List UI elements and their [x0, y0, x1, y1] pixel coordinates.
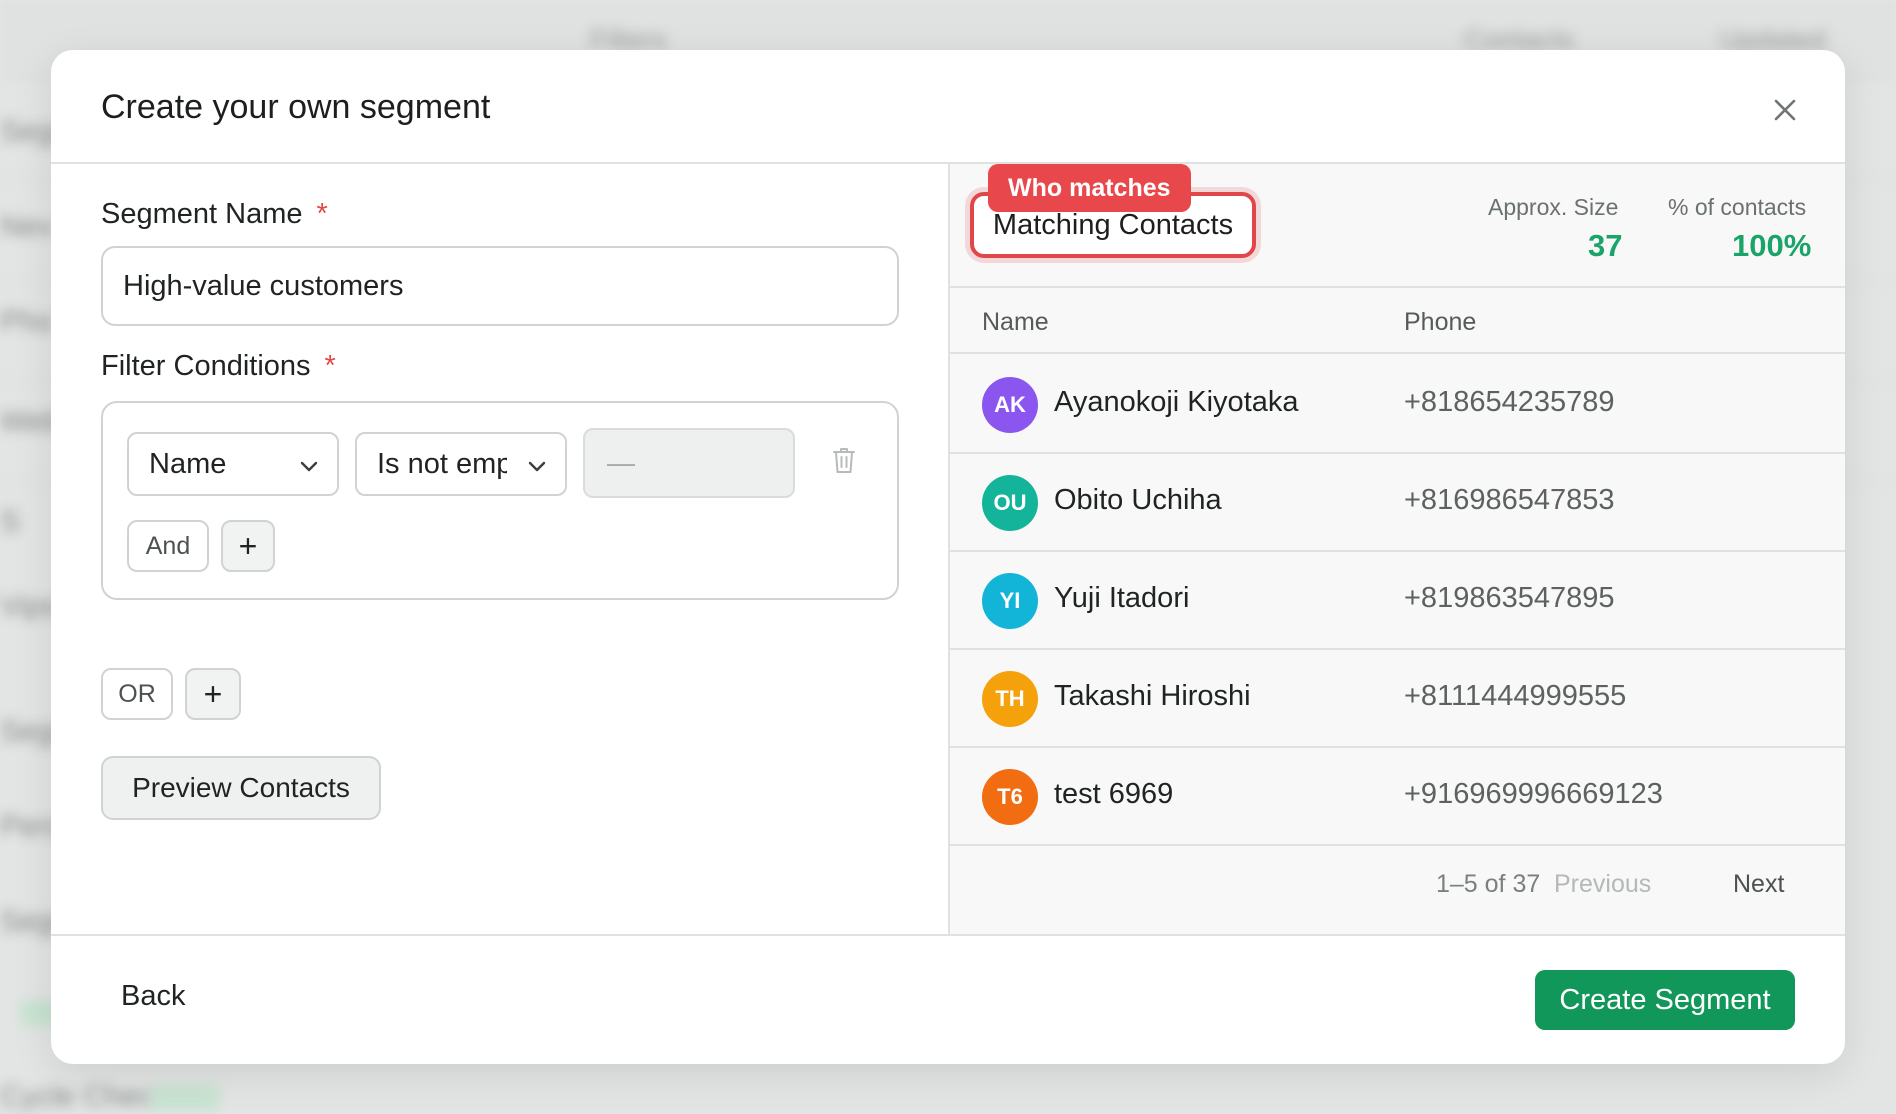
avatar: OU	[982, 475, 1038, 531]
chevron-down-icon	[300, 461, 318, 472]
matching-contacts-title-text: Matching Contacts	[992, 208, 1234, 241]
contact-row: OU Obito Uchiha +816986547853	[950, 454, 1845, 552]
modal-footer: Back Create Segment	[51, 934, 1845, 1064]
contact-name: Yuji Itadori	[1054, 582, 1190, 614]
segment-name-input[interactable]	[101, 246, 899, 326]
create-segment-button[interactable]: Create Segment	[1535, 970, 1795, 1030]
contact-name: Takashi Hiroshi	[1054, 680, 1251, 712]
avatar: TH	[982, 671, 1038, 727]
column-header-name: Name	[982, 308, 1049, 336]
add-or-group-button[interactable]: +	[185, 668, 241, 720]
filter-conditions-label-text: Filter Conditions	[101, 350, 311, 382]
field-select-value: Name	[149, 447, 227, 480]
or-button[interactable]: OR	[101, 668, 173, 720]
results-summary: Matching Contacts Who matches Approx. Si…	[950, 164, 1845, 288]
pagination-next-button[interactable]: Next	[1733, 870, 1784, 899]
segment-form: Segment Name * Filter Conditions * Name Is…	[51, 164, 948, 934]
background-status-pill	[150, 1085, 220, 1111]
contact-phone: +8111444999555	[1404, 680, 1627, 712]
condition-value-placeholder: —	[607, 447, 635, 478]
delete-condition-icon[interactable]	[831, 445, 857, 475]
matching-contacts-panel: Matching Contacts Who matches Approx. Si…	[948, 164, 1845, 934]
who-matches-tag: Who matches	[988, 164, 1191, 212]
contact-name: test 6969	[1054, 778, 1174, 810]
matching-contacts-title: Matching Contacts Who matches	[970, 164, 1256, 258]
contact-phone: +816986547853	[1404, 484, 1615, 516]
pagination-previous-button[interactable]: Previous	[1554, 870, 1651, 899]
column-header-phone: Phone	[1404, 308, 1477, 336]
approx-size-value: 37	[1588, 228, 1623, 263]
contact-row: AK Ayanokoji Kiyotaka +818654235789	[950, 356, 1845, 454]
create-segment-modal: Create your own segment Segment Name * Fi…	[51, 50, 1845, 1064]
condition-value-input: —	[583, 428, 795, 498]
chevron-down-icon	[528, 461, 546, 472]
close-button[interactable]	[1769, 94, 1801, 126]
operator-select-value: Is not empty	[377, 447, 507, 480]
and-button[interactable]: And	[127, 520, 209, 572]
segment-name-label: Segment Name *	[101, 198, 328, 231]
contact-phone: +916969996669123	[1404, 778, 1663, 810]
contacts-table-header: Name Phone	[950, 288, 1845, 354]
contact-row: TH Takashi Hiroshi +8111444999555	[950, 650, 1845, 748]
contact-row: T6 test 6969 +916969996669123	[950, 748, 1845, 846]
preview-contacts-button[interactable]: Preview Contacts	[101, 756, 381, 820]
close-icon	[1774, 99, 1796, 121]
contact-row: YI Yuji Itadori +819863547895	[950, 552, 1845, 650]
modal-title: Create your own segment	[101, 88, 491, 126]
contact-name: Obito Uchiha	[1054, 484, 1222, 516]
required-marker: *	[316, 198, 328, 230]
percent-of-contacts-label: % of contacts	[1668, 194, 1807, 220]
modal-header: Create your own segment	[51, 50, 1845, 164]
condition-group: Name Is not empty — And +	[101, 401, 899, 600]
avatar: T6	[982, 769, 1038, 825]
percent-of-contacts-value: 100%	[1732, 228, 1812, 263]
pagination-range: 1–5 of 37	[1436, 870, 1541, 898]
avatar: YI	[982, 573, 1038, 629]
contact-name: Ayanokoji Kiyotaka	[1054, 386, 1299, 418]
contact-phone: +818654235789	[1404, 386, 1615, 418]
operator-select[interactable]: Is not empty	[355, 432, 567, 496]
contact-phone: +819863547895	[1404, 582, 1615, 614]
back-button[interactable]: Back	[121, 980, 185, 1013]
approx-size-label: Approx. Size	[1488, 194, 1619, 220]
segment-name-label-text: Segment Name	[101, 198, 303, 230]
avatar: AK	[982, 377, 1038, 433]
add-and-condition-button[interactable]: +	[221, 520, 275, 572]
required-marker: *	[324, 350, 336, 382]
field-select[interactable]: Name	[127, 432, 339, 496]
filter-conditions-label: Filter Conditions *	[101, 350, 336, 383]
